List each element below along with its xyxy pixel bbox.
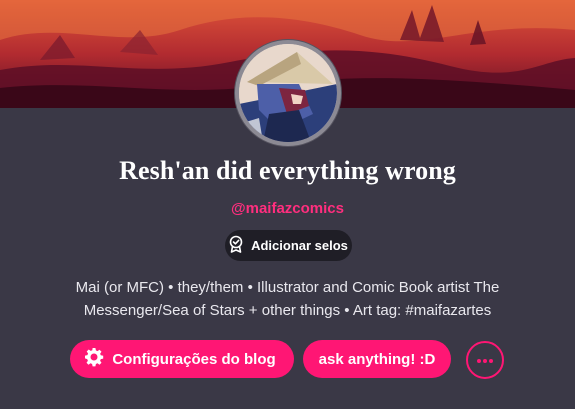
add-badges-button[interactable]: Adicionar selos bbox=[225, 230, 352, 261]
badge-icon bbox=[227, 235, 245, 256]
more-options-button[interactable] bbox=[466, 341, 504, 379]
blog-settings-label: Configurações do blog bbox=[112, 350, 276, 368]
ask-button[interactable]: ask anything! :D bbox=[303, 340, 451, 378]
blog-title: Resh'an did everything wrong bbox=[119, 156, 456, 185]
add-badges-label: Adicionar selos bbox=[251, 238, 348, 253]
more-icon bbox=[476, 351, 494, 369]
blog-handle[interactable]: @maifazcomics bbox=[0, 200, 575, 217]
ask-button-label: ask anything! :D bbox=[318, 350, 436, 368]
avatar[interactable] bbox=[235, 40, 341, 146]
avatar-image bbox=[239, 44, 337, 142]
gear-icon bbox=[84, 347, 104, 371]
blog-description: Mai (or MFC) • they/them • Illustrator a… bbox=[75, 279, 500, 319]
blog-settings-button[interactable]: Configurações do blog bbox=[70, 340, 294, 378]
